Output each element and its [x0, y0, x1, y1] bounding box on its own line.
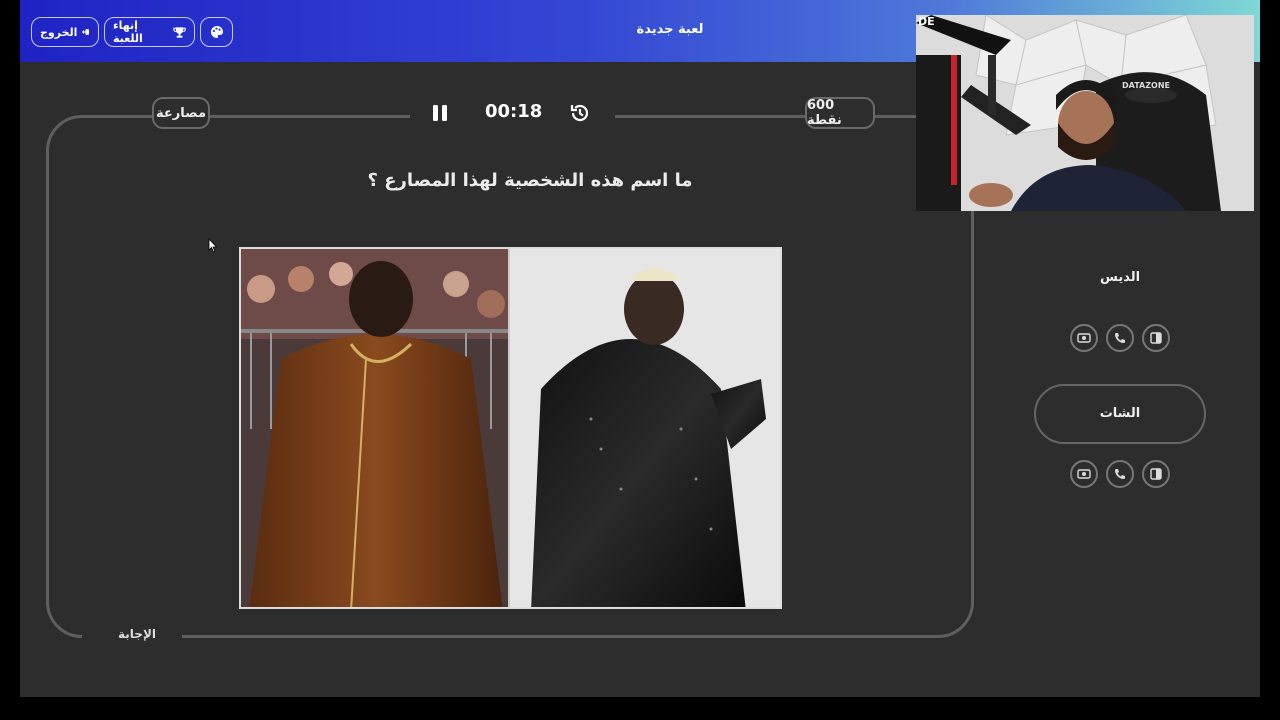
game-title: لعبة جديدة: [636, 22, 704, 37]
palette-icon: [210, 26, 223, 38]
timer: 00:18: [485, 101, 543, 122]
split-answer-icon[interactable]: [1142, 324, 1170, 352]
double-points-icon[interactable]: [1070, 324, 1098, 352]
team1-name: الديس: [1099, 270, 1141, 285]
split-answer-icon[interactable]: [1142, 460, 1170, 488]
webcam-overlay: DATAZONE DE: [916, 15, 1254, 211]
exit-icon: [82, 29, 90, 35]
double-points-icon[interactable]: [1070, 460, 1098, 488]
category-badge: مصارعة: [152, 97, 210, 129]
team2-name: الشات: [1099, 406, 1141, 421]
end-game-button[interactable]: إنهاء اللعبة: [104, 17, 195, 47]
phone-call-icon[interactable]: [1106, 324, 1134, 352]
answer-label[interactable]: الإجابة: [118, 627, 156, 641]
exit-label: الخروج: [40, 25, 78, 39]
webcam-sign: DE: [918, 15, 935, 28]
history-icon[interactable]: [568, 101, 592, 125]
trophy-icon: [173, 26, 186, 38]
end-game-label: إنهاء اللعبة: [113, 19, 143, 45]
exit-button[interactable]: الخروج: [31, 17, 99, 47]
theme-button[interactable]: [200, 17, 233, 47]
question-text: ما اسم هذه الشخصية لهذا المصارع ؟: [367, 170, 693, 191]
category-label: مصارعة: [156, 105, 206, 121]
points-label: 600 نقطة: [807, 98, 842, 128]
webcam-brand: DATAZONE: [1122, 81, 1170, 90]
question-image: [239, 247, 782, 609]
points-badge: 600 نقطة: [805, 97, 875, 129]
pause-icon[interactable]: [430, 103, 450, 123]
mouse-cursor-icon: [208, 238, 218, 253]
phone-call-icon[interactable]: [1106, 460, 1134, 488]
